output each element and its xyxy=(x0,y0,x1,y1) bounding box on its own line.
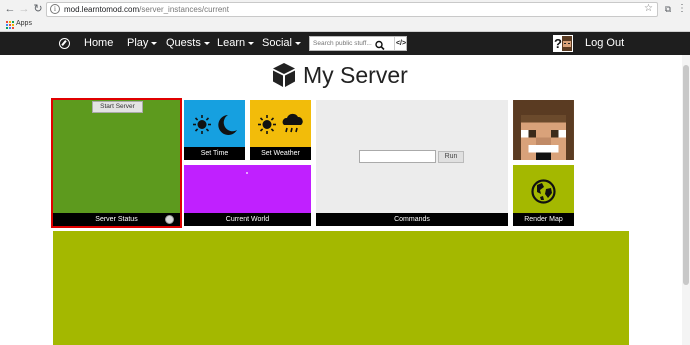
nav-play[interactable]: Play xyxy=(127,32,158,55)
url-host: mod.learntomod.com xyxy=(64,5,140,14)
nav-learn-label: Learn xyxy=(217,37,246,49)
sun-moon-icon xyxy=(193,115,237,135)
set-weather-label: Set Weather xyxy=(250,147,311,160)
nav-quests-label: Quests xyxy=(166,37,201,49)
player-skin-avatar xyxy=(513,100,574,160)
set-weather-tile[interactable]: Set Weather xyxy=(250,100,311,160)
site-navbar: Home Play Quests Learn Social </> ? Log … xyxy=(0,32,690,55)
logout-link[interactable]: Log Out xyxy=(585,32,624,55)
nav-social-label: Social xyxy=(262,37,292,49)
nav-play-label: Play xyxy=(127,37,149,49)
page-title: My Server xyxy=(303,62,408,88)
world-preview xyxy=(246,172,248,174)
render-map-tile[interactable]: Render Map xyxy=(513,165,574,226)
extension-icon[interactable]: ⧉ xyxy=(662,3,674,15)
server-status-text: Server Status xyxy=(95,216,138,223)
run-button[interactable]: Run xyxy=(438,151,464,163)
chevron-down-icon xyxy=(248,41,255,45)
user-avatar[interactable]: ? xyxy=(553,35,573,52)
server-status-tile[interactable]: Start Server Server Status xyxy=(51,98,182,228)
nav-learn[interactable]: Learn xyxy=(217,32,255,55)
start-server-button[interactable]: Start Server xyxy=(92,101,143,113)
scrollbar-thumb[interactable] xyxy=(683,65,689,285)
set-time-tile[interactable]: Set Time xyxy=(184,100,245,160)
url-text: mod.learntomod.com/server_instances/curr… xyxy=(64,4,229,15)
browser-chrome: ← → ↻ i mod.learntomod.com/server_instan… xyxy=(0,0,690,32)
render-map-label: Render Map xyxy=(513,213,574,226)
commands-label: Commands xyxy=(316,213,508,226)
url-path: /server_instances/current xyxy=(139,5,229,14)
address-bar[interactable]: i mod.learntomod.com/server_instances/cu… xyxy=(46,2,658,17)
search-box: </> xyxy=(309,36,407,51)
nav-quests[interactable]: Quests xyxy=(166,32,210,55)
svg-text:?: ? xyxy=(554,36,562,51)
current-world-tile[interactable]: Current World xyxy=(184,165,311,226)
nav-home[interactable]: Home xyxy=(84,32,113,55)
code-button[interactable]: </> xyxy=(394,37,407,50)
menu-icon[interactable]: ⋮ xyxy=(676,3,688,15)
chevron-down-icon xyxy=(151,41,158,45)
forward-icon[interactable]: → xyxy=(18,3,30,15)
reload-icon[interactable]: ↻ xyxy=(32,3,44,15)
set-time-label: Set Time xyxy=(184,147,245,160)
sun-rain-icon xyxy=(258,113,303,134)
bookmarks-bar: Apps xyxy=(0,18,690,31)
status-indicator-icon xyxy=(165,215,174,224)
compass-icon[interactable] xyxy=(59,38,70,49)
command-input[interactable] xyxy=(359,150,436,163)
cube-icon xyxy=(272,62,296,88)
apps-bookmark[interactable]: Apps xyxy=(16,19,32,29)
page-scrollbar[interactable] xyxy=(682,55,690,345)
chevron-down-icon xyxy=(294,41,301,45)
info-icon[interactable]: i xyxy=(50,4,60,14)
apps-grid-icon[interactable] xyxy=(6,21,14,29)
search-input[interactable] xyxy=(310,37,372,50)
nav-social[interactable]: Social xyxy=(262,32,301,55)
bookmark-star-icon[interactable]: ☆ xyxy=(644,3,653,15)
chevron-down-icon xyxy=(203,41,210,45)
server-status-label: Server Status xyxy=(53,213,180,226)
globe-icon xyxy=(531,179,556,204)
search-icon[interactable] xyxy=(374,38,386,51)
player-skin-tile[interactable] xyxy=(513,100,574,160)
commands-tile: Run Commands xyxy=(316,100,508,226)
back-icon[interactable]: ← xyxy=(4,3,16,15)
current-world-label: Current World xyxy=(184,213,311,226)
map-panel xyxy=(53,231,629,345)
